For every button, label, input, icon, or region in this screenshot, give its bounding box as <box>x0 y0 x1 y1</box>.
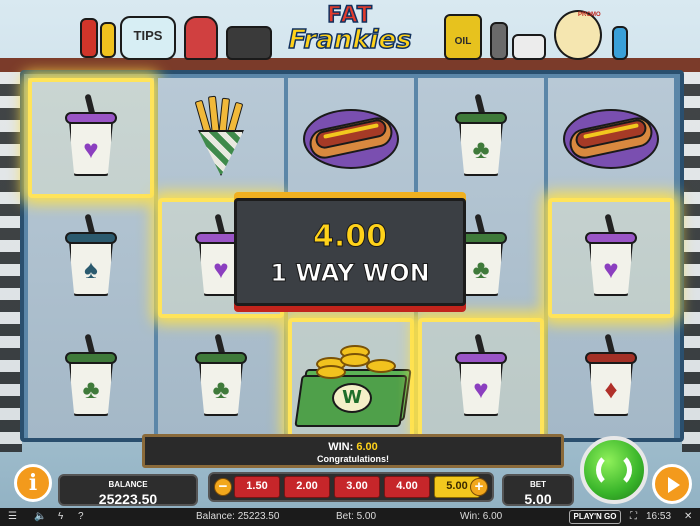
menu-icon[interactable]: ☰ <box>8 508 17 526</box>
diamond-icon: ♦ <box>589 362 633 416</box>
footer-time: 16:53 <box>646 511 672 522</box>
spade-cup-symbol: ♠ <box>63 213 119 298</box>
money-w-icon: W <box>332 383 372 413</box>
win-value: 6.00 <box>356 441 378 453</box>
autoplay-button[interactable] <box>652 464 692 504</box>
refresh-arrows-icon <box>596 452 632 488</box>
sound-icon[interactable]: 🔈 <box>34 508 46 526</box>
footer-bet: Bet: 5.00 <box>336 511 377 522</box>
bet-display: BET 5.00 <box>502 474 574 507</box>
footer-win: Win: 6.00 <box>460 511 503 522</box>
oil-can-label: OIL <box>454 36 472 47</box>
tips-jar-label: TIPS <box>133 28 163 43</box>
club-cup-symbol: ♣ <box>63 333 119 418</box>
reel-cell <box>548 78 674 198</box>
win-banner: 4.00 1 WAY WON <box>234 198 466 306</box>
balance-value: 25223.50 <box>98 491 158 507</box>
reel-cell: W <box>288 318 414 438</box>
promo-badge: PROMO <box>578 12 601 18</box>
footer-balance: Balance: 25223.50 <box>196 511 280 522</box>
win-label: WIN: <box>328 441 354 453</box>
bet-option[interactable]: 3.00 <box>334 476 380 498</box>
reel-cell <box>158 78 284 198</box>
message-bar: WIN: 6.00 Congratulations! <box>142 434 564 468</box>
hotdog-symbol <box>301 103 401 173</box>
heart-cup-symbol: ♥ <box>63 93 119 178</box>
condiment-bottle <box>612 26 628 60</box>
napkin-holder <box>512 34 546 60</box>
message-text: Congratulations! <box>317 454 389 464</box>
reel-cell: ♥ <box>548 198 674 318</box>
ketchup-bottle <box>80 18 98 58</box>
food-truck-sign <box>226 26 272 60</box>
win-line: WIN: 6.00 <box>145 440 561 454</box>
bet-selector: − 1.50 2.00 3.00 4.00 5.00 + <box>208 472 494 502</box>
heart-icon: ♥ <box>69 122 113 176</box>
provider-logo: PLAY'N GO <box>569 510 621 524</box>
bet-increase-button[interactable]: + <box>470 478 488 496</box>
club-icon: ♣ <box>199 362 243 416</box>
help-button[interactable]: ? <box>78 508 84 526</box>
background-checker-right <box>682 72 700 452</box>
hotdog-symbol <box>561 103 661 173</box>
club-icon: ♣ <box>69 362 113 416</box>
reel-cell: ♣ <box>158 318 284 438</box>
reel-cell: ♠ <box>28 198 154 318</box>
reel-cell <box>288 78 414 198</box>
balance-display: BALANCE 25223.50 <box>58 474 198 507</box>
reel-cell: ♥ <box>28 78 154 198</box>
mustard-bottle <box>100 22 116 58</box>
bet-option[interactable]: 2.00 <box>284 476 330 498</box>
status-footer: ☰ 🔈 ϟ ? Balance: 25223.50 Bet: 5.00 Win:… <box>0 508 700 526</box>
reel-5: ♥ ♦ <box>548 78 674 438</box>
soda-dispenser <box>184 16 218 60</box>
diamond-cup-symbol: ♦ <box>583 333 639 418</box>
tips-jar: TIPS <box>120 16 176 60</box>
win-banner-amount: 4.00 <box>312 219 388 255</box>
info-button[interactable]: i <box>14 464 52 502</box>
club-icon: ♣ <box>459 122 503 176</box>
bet-value: 5.00 <box>524 491 552 507</box>
club-cup-symbol: ♣ <box>453 93 509 178</box>
heart-icon: ♥ <box>589 242 633 296</box>
pepper-grinder <box>490 22 508 60</box>
burger-poster: PROMO <box>554 10 602 60</box>
turbo-icon[interactable]: ϟ <box>58 508 63 526</box>
reel-cell: ♣ <box>418 78 544 198</box>
oil-can: OIL <box>444 14 482 60</box>
bet-label: BET <box>530 480 546 489</box>
background-checker-left <box>0 72 22 452</box>
fullscreen-icon[interactable]: ⛶ <box>630 508 637 526</box>
close-button[interactable]: ✕ <box>684 508 692 526</box>
heart-cup-symbol: ♥ <box>583 213 639 298</box>
money-scatter-symbol: W <box>294 323 412 433</box>
balance-label: BALANCE <box>108 480 148 489</box>
reel-cell: ♦ <box>548 318 674 438</box>
spin-button[interactable] <box>580 436 648 504</box>
heart-icon: ♥ <box>459 362 503 416</box>
bet-decrease-button[interactable]: − <box>214 478 232 496</box>
fries-symbol <box>186 95 256 180</box>
club-cup-symbol: ♣ <box>193 333 249 418</box>
bet-option[interactable]: 4.00 <box>384 476 430 498</box>
logo-frankies: Frankies <box>288 25 413 55</box>
play-icon <box>668 477 680 493</box>
win-banner-caption: 1 WAY WON <box>270 259 430 288</box>
bet-option[interactable]: 1.50 <box>234 476 280 498</box>
game-logo: FAT Frankies <box>288 3 413 62</box>
reel-cell: ♣ <box>28 318 154 438</box>
reel-1: ♥ ♠ ♣ <box>28 78 154 438</box>
spade-icon: ♠ <box>69 242 113 296</box>
heart-cup-symbol: ♥ <box>453 333 509 418</box>
reel-cell: ♥ <box>418 318 544 438</box>
